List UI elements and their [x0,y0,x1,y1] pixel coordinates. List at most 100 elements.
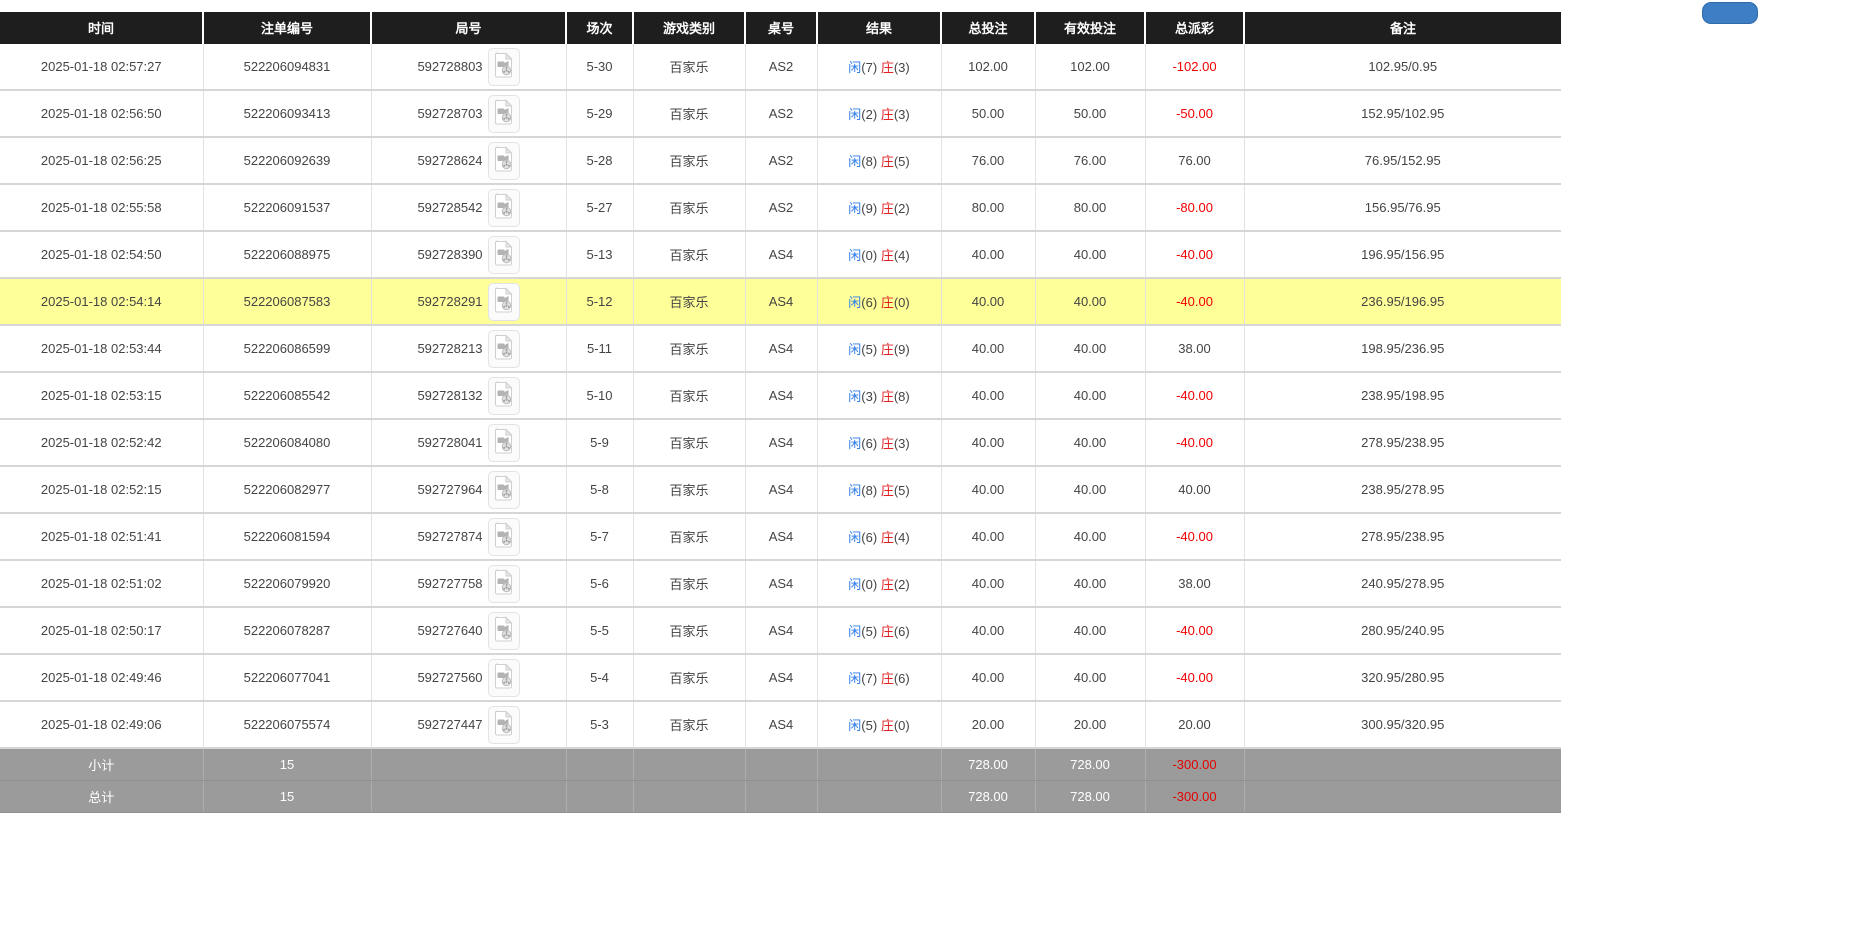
cell-game-type: 百家乐 [633,654,745,701]
video-replay-button[interactable] [488,659,520,697]
cell-payout: -40.00 [1145,372,1244,419]
video-replay-button[interactable] [488,48,520,86]
player-score: (6) [861,436,877,451]
video-file-icon [494,193,514,222]
cell-table-no: AS2 [745,184,817,231]
table-row[interactable]: 2025-01-18 02:55:58 522206091537 5927285… [0,184,1561,231]
video-replay-button[interactable] [488,189,520,227]
table-row[interactable]: 2025-01-18 02:56:25 522206092639 5927286… [0,137,1561,184]
banker-score: (3) [894,107,910,122]
player-score: (6) [861,530,877,545]
player-label: 闲 [848,201,861,216]
cell-result: 闲(0) 庄(4) [817,231,941,278]
cell-game-type: 百家乐 [633,372,745,419]
banker-score: (5) [894,483,910,498]
cell-session: 5-27 [566,184,633,231]
video-replay-button[interactable] [488,283,520,321]
cell-game-type: 百家乐 [633,560,745,607]
cell-session: 5-4 [566,654,633,701]
table-row[interactable]: 2025-01-18 02:53:44 522206086599 5927282… [0,325,1561,372]
player-label: 闲 [848,154,861,169]
game-number: 592728390 [417,247,482,262]
cell-total-bet: 40.00 [941,325,1035,372]
player-label: 闲 [848,718,861,733]
cell-result: 闲(6) 庄(3) [817,419,941,466]
cell-valid-bet: 40.00 [1035,607,1145,654]
cell-payout: 40.00 [1145,466,1244,513]
cell-valid-bet: 40.00 [1035,513,1145,560]
cell-remark: 196.95/156.95 [1244,231,1561,278]
table-row[interactable]: 2025-01-18 02:56:50 522206093413 5927287… [0,90,1561,137]
table-row[interactable]: 2025-01-18 02:54:14 522206087583 5927282… [0,278,1561,325]
cell-payout: -50.00 [1145,90,1244,137]
grand-total-payout: -300.00 [1145,781,1244,813]
cell-valid-bet: 40.00 [1035,325,1145,372]
cell-result: 闲(8) 庄(5) [817,137,941,184]
video-file-icon [494,616,514,645]
video-replay-button[interactable] [488,424,520,462]
video-replay-button[interactable] [488,142,520,180]
player-label: 闲 [848,483,861,498]
video-file-icon [494,146,514,175]
subtotal-row: 小计 15 728.00 728.00 -300.00 [0,748,1561,781]
cell-table-no: AS2 [745,137,817,184]
col-header-game-no: 局号 [371,12,566,44]
cell-valid-bet: 40.00 [1035,466,1145,513]
table-row[interactable]: 2025-01-18 02:49:46 522206077041 5927275… [0,654,1561,701]
table-row[interactable]: 2025-01-18 02:49:06 522206075574 5927274… [0,701,1561,748]
col-header-game-type: 游戏类别 [633,12,745,44]
table-row[interactable]: 2025-01-18 02:50:17 522206078287 5927276… [0,607,1561,654]
banker-label: 庄 [881,248,894,263]
cell-valid-bet: 76.00 [1035,137,1145,184]
banker-label: 庄 [881,718,894,733]
table-row[interactable]: 2025-01-18 02:51:02 522206079920 5927277… [0,560,1561,607]
table-row[interactable]: 2025-01-18 02:57:27 522206094831 5927288… [0,44,1561,91]
table-row[interactable]: 2025-01-18 02:52:42 522206084080 5927280… [0,419,1561,466]
game-number: 592728542 [417,200,482,215]
video-replay-button[interactable] [488,95,520,133]
player-score: (5) [861,718,877,733]
cell-remark: 300.95/320.95 [1244,701,1561,748]
table-footer: 小计 15 728.00 728.00 -300.00 总计 15 728.00… [0,748,1561,813]
table-row[interactable]: 2025-01-18 02:51:41 522206081594 5927278… [0,513,1561,560]
banker-score: (4) [894,248,910,263]
video-replay-button[interactable] [488,236,520,274]
banker-label: 庄 [881,530,894,545]
video-replay-button[interactable] [488,330,520,368]
cell-game-no: 592727874 [371,513,566,560]
video-replay-button[interactable] [488,377,520,415]
cell-time: 2025-01-18 02:57:27 [0,44,203,91]
cell-total-bet: 40.00 [941,372,1035,419]
player-label: 闲 [848,60,861,75]
banker-label: 庄 [881,577,894,592]
grand-total-label: 总计 [0,781,203,813]
game-number: 592728703 [417,106,482,121]
cell-remark: 76.95/152.95 [1244,137,1561,184]
video-replay-button[interactable] [488,612,520,650]
cell-session: 5-9 [566,419,633,466]
video-file-icon [494,522,514,551]
cell-game-no: 592728291 [371,278,566,325]
video-replay-button[interactable] [488,565,520,603]
banker-score: (3) [894,60,910,75]
grand-total-row: 总计 15 728.00 728.00 -300.00 [0,781,1561,813]
cell-game-no: 592728624 [371,137,566,184]
cell-valid-bet: 40.00 [1035,372,1145,419]
table-row[interactable]: 2025-01-18 02:52:15 522206082977 5927279… [0,466,1561,513]
video-replay-button[interactable] [488,471,520,509]
cell-game-type: 百家乐 [633,607,745,654]
cell-remark: 278.95/238.95 [1244,419,1561,466]
player-label: 闲 [848,671,861,686]
video-replay-button[interactable] [488,706,520,744]
cell-table-no: AS4 [745,419,817,466]
clipped-top-button[interactable] [1702,2,1758,24]
table-row[interactable]: 2025-01-18 02:54:50 522206088975 5927283… [0,231,1561,278]
banker-label: 庄 [881,389,894,404]
player-label: 闲 [848,295,861,310]
table-row[interactable]: 2025-01-18 02:53:15 522206085542 5927281… [0,372,1561,419]
banker-score: (6) [894,624,910,639]
player-label: 闲 [848,436,861,451]
banker-score: (0) [894,295,910,310]
cell-remark: 236.95/196.95 [1244,278,1561,325]
video-replay-button[interactable] [488,518,520,556]
